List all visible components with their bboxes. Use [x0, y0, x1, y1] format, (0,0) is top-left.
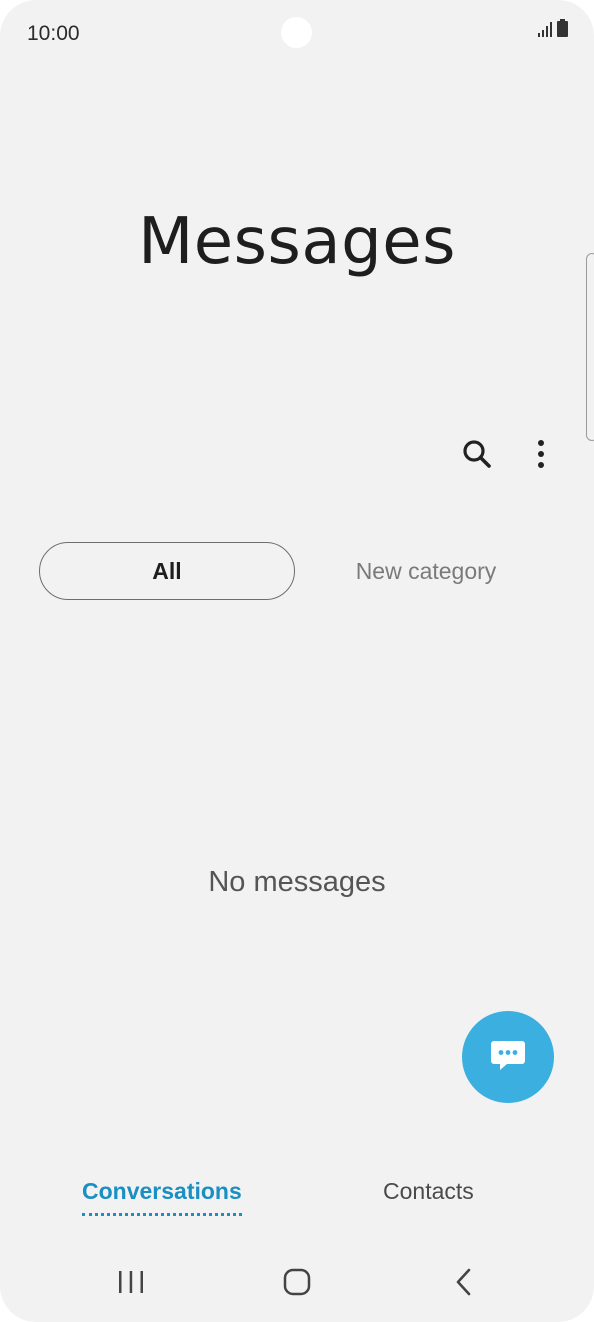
- page-title: Messages: [138, 205, 456, 279]
- home-button[interactable]: [275, 1262, 319, 1306]
- status-time: 10:00: [27, 22, 80, 45]
- category-tab-new[interactable]: New category: [322, 542, 530, 600]
- compose-button[interactable]: [462, 1011, 554, 1103]
- search-icon: [461, 438, 493, 475]
- back-icon: [454, 1268, 472, 1301]
- front-camera: [281, 17, 312, 48]
- recents-button[interactable]: [109, 1262, 153, 1306]
- battery-icon: [557, 19, 568, 42]
- search-button[interactable]: [455, 434, 499, 478]
- compose-message-icon: [488, 1035, 528, 1080]
- edge-panel-handle[interactable]: [586, 253, 594, 441]
- empty-state-text: No messages: [208, 866, 386, 898]
- status-icons: [537, 19, 568, 42]
- home-icon: [283, 1268, 311, 1301]
- phone-screen: 10:00 Messages All New category No messa…: [0, 0, 594, 1322]
- tab-conversations[interactable]: Conversations: [82, 1178, 242, 1216]
- recents-icon: [118, 1270, 144, 1299]
- tab-contacts[interactable]: Contacts: [383, 1178, 474, 1205]
- category-tab-all[interactable]: All: [39, 542, 295, 600]
- back-button[interactable]: [441, 1262, 485, 1306]
- more-options-button[interactable]: [519, 434, 563, 478]
- signal-bars-icon: [537, 21, 553, 42]
- more-vert-icon: [537, 439, 545, 474]
